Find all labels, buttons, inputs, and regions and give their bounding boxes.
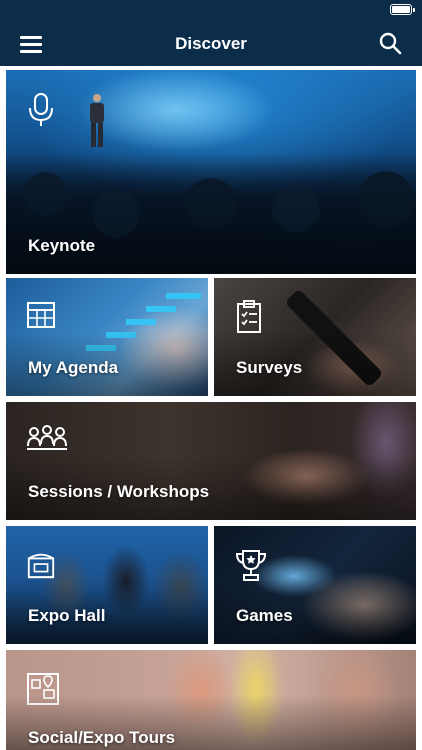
status-bar bbox=[0, 0, 422, 22]
tile-label: My Agenda bbox=[28, 358, 119, 377]
tile-games[interactable]: Games bbox=[214, 526, 416, 644]
nav-bar: Discover bbox=[0, 22, 422, 66]
tile-my-agenda[interactable]: My Agenda bbox=[6, 278, 208, 396]
tile-label: Keynote bbox=[28, 236, 96, 255]
tile-surveys[interactable]: Surveys bbox=[214, 278, 416, 396]
tile-social-expo-tours[interactable]: Social/Expo Tours bbox=[6, 650, 416, 750]
tile-sessions-workshops[interactable]: Sessions / Workshops bbox=[6, 402, 416, 520]
tile-label: Surveys bbox=[236, 358, 303, 377]
tile-keynote[interactable]: Keynote bbox=[6, 70, 416, 274]
discover-grid: Keynote My Agenda Surveys Sessions / Wor… bbox=[0, 66, 422, 750]
tile-label: Games bbox=[236, 606, 293, 625]
search-button[interactable] bbox=[378, 31, 402, 55]
tile-label: Expo Hall bbox=[28, 606, 106, 625]
search-icon bbox=[379, 32, 402, 55]
tile-expo-hall[interactable]: Expo Hall bbox=[6, 526, 208, 644]
tile-label: Sessions / Workshops bbox=[28, 482, 210, 501]
battery-icon bbox=[390, 4, 415, 15]
tile-label: Social/Expo Tours bbox=[28, 728, 176, 747]
page-title: Discover bbox=[175, 34, 247, 53]
